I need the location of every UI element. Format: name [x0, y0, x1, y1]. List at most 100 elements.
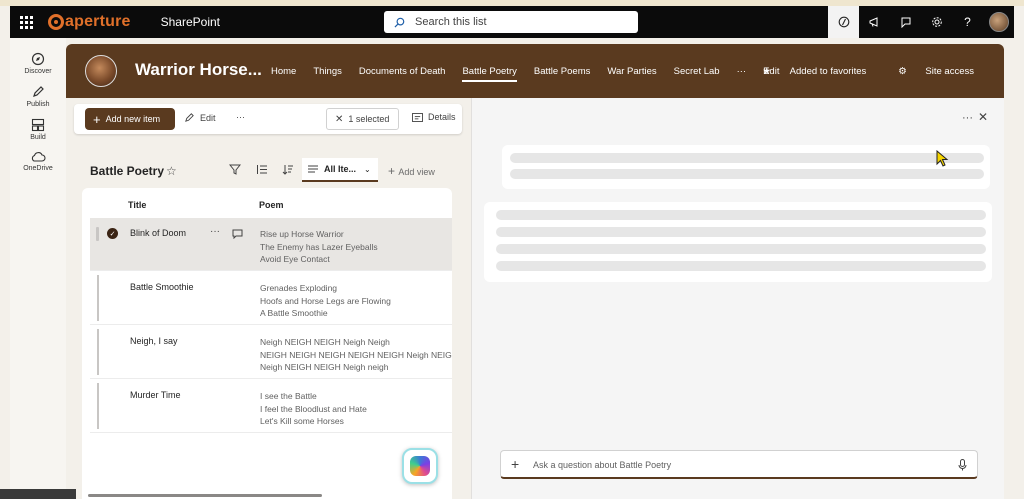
- add-new-item-label: Add new item: [105, 114, 161, 124]
- loading-card: [502, 145, 990, 189]
- rail-item-publish[interactable]: Publish: [10, 85, 66, 108]
- details-button[interactable]: Details: [412, 112, 456, 122]
- brand-logo[interactable]: aperture: [48, 13, 131, 31]
- view-selector[interactable]: All Ite... ⌄: [302, 158, 378, 182]
- feedback-button[interactable]: [890, 6, 921, 38]
- row-drag-handle[interactable]: [97, 383, 99, 429]
- site-title[interactable]: Warrior Horse...: [135, 60, 262, 80]
- nav-battle-poems[interactable]: Battle Poems: [534, 66, 591, 82]
- selection-count-button[interactable]: ✕ 1 selected: [326, 108, 399, 130]
- poem-line: Avoid Eye Contact: [260, 254, 330, 264]
- row-poem: Grenades Exploding Hoofs and Horse Legs …: [260, 282, 391, 320]
- comment-icon[interactable]: [232, 226, 243, 244]
- row-checked-icon[interactable]: ✓: [107, 228, 118, 239]
- group-icon[interactable]: [256, 164, 268, 178]
- chevron-down-icon: ⌄: [364, 164, 371, 174]
- announcement-button[interactable]: [859, 6, 890, 38]
- plus-icon[interactable]: +: [511, 456, 519, 472]
- favorite-button[interactable]: ★ Added to favorites: [747, 66, 867, 77]
- feedback-icon: [901, 17, 910, 28]
- app-rail: Discover Publish Build OneDrive: [10, 38, 66, 499]
- rail-item-build[interactable]: Build: [10, 118, 66, 141]
- rail-item-discover[interactable]: Discover: [10, 52, 66, 75]
- row-title[interactable]: Blink of Doom: [130, 228, 186, 238]
- nav-battle-poetry[interactable]: Battle Poetry: [462, 66, 517, 82]
- app-name[interactable]: SharePoint: [161, 15, 220, 29]
- poem-line: I feel the Bloodlust and Hate: [260, 403, 367, 414]
- close-icon: ✕: [335, 113, 344, 125]
- site-nav: Home Things Documents of Death Battle Po…: [271, 66, 796, 82]
- current-view-label: All Ite...: [324, 164, 357, 174]
- rail-label: Publish: [26, 101, 50, 108]
- rail-item-onedrive[interactable]: OneDrive: [10, 151, 66, 172]
- skeleton-line: [510, 169, 984, 179]
- search-placeholder: Search this list: [415, 16, 487, 28]
- table-row[interactable]: Battle Smoothie Grenades Exploding Hoofs…: [90, 272, 452, 325]
- row-poem: I see the Battle I feel the Bloodlust an…: [260, 390, 367, 428]
- pane-more-button[interactable]: ···: [962, 112, 973, 124]
- plus-icon: +: [388, 164, 399, 178]
- row-title[interactable]: Battle Smoothie: [130, 282, 194, 292]
- app-launcher-button[interactable]: [10, 6, 42, 38]
- column-header-poem[interactable]: Poem: [259, 200, 284, 210]
- search-box[interactable]: Search this list: [384, 11, 638, 33]
- compass-icon: [31, 52, 45, 66]
- copilot-icon: [838, 16, 849, 28]
- row-title[interactable]: Murder Time: [130, 390, 181, 400]
- nav-war-parties[interactable]: War Parties: [607, 66, 656, 82]
- site-header: Warrior Horse... Home Things Documents o…: [66, 44, 1004, 98]
- list-grid: Title Poem ✓ Blink of Doom ··· Rise up H…: [82, 188, 452, 499]
- taskbar-fragment: [0, 489, 76, 499]
- row-drag-handle[interactable]: [97, 329, 99, 375]
- row-drag-handle[interactable]: [97, 275, 99, 321]
- add-view-button[interactable]: + Add view: [388, 164, 435, 178]
- skeleton-line: [496, 227, 986, 237]
- star-filled-icon: ★: [762, 66, 772, 77]
- nav-things[interactable]: Things: [313, 66, 342, 82]
- row-title[interactable]: Neigh, I say: [130, 336, 178, 346]
- row-poem: Neigh NEIGH NEIGH Neigh Neigh NEIGH NEIG…: [260, 336, 452, 374]
- edit-button[interactable]: Edit: [184, 112, 216, 123]
- favorite-list-star-icon[interactable]: ☆: [166, 164, 177, 178]
- table-row[interactable]: ✓ Blink of Doom ··· Rise up Horse Warrio…: [90, 218, 452, 271]
- row-more-icon[interactable]: ···: [210, 226, 220, 237]
- pencil-icon: [185, 113, 194, 122]
- settings-button[interactable]: [921, 6, 952, 38]
- copilot-toggle-button[interactable]: [828, 6, 859, 38]
- suite-bar: aperture SharePoint Search this list ?: [10, 6, 1014, 38]
- poem-line: The Enemy has Lazer Eyeballs: [260, 241, 378, 252]
- brand-name: aperture: [65, 13, 131, 30]
- nav-secret-lab[interactable]: Secret Lab: [674, 66, 720, 82]
- row-drag-handle[interactable]: [96, 227, 99, 241]
- site-access-button[interactable]: ⚙ Site access: [882, 66, 974, 77]
- copilot-button[interactable]: [402, 448, 438, 484]
- help-button[interactable]: ?: [952, 6, 983, 38]
- avatar: [988, 12, 1009, 32]
- poem-line: Hoofs and Horse Legs are Flowing: [260, 295, 391, 306]
- account-button[interactable]: [983, 6, 1014, 38]
- sort-icon[interactable]: [282, 164, 294, 178]
- skeleton-line: [496, 261, 986, 271]
- copilot-ask-input[interactable]: + Ask a question about Battle Poetry: [500, 450, 978, 479]
- poem-line: Neigh NEIGH NEIGH Neigh neigh: [260, 362, 389, 372]
- more-commands-button[interactable]: ···: [236, 112, 245, 122]
- table-row[interactable]: Murder Time I see the Battle I feel the …: [90, 380, 452, 433]
- microphone-icon[interactable]: [958, 458, 967, 476]
- build-icon: [31, 118, 45, 132]
- poem-line: I see the Battle: [260, 391, 317, 401]
- filter-icon[interactable]: [228, 164, 242, 178]
- add-view-label: Add view: [398, 167, 435, 177]
- site-logo[interactable]: [85, 55, 117, 87]
- rail-label: Discover: [24, 68, 52, 75]
- table-row[interactable]: Neigh, I say Neigh NEIGH NEIGH Neigh Nei…: [90, 326, 452, 379]
- poem-line: Grenades Exploding: [260, 283, 338, 293]
- horizontal-scrollbar[interactable]: [88, 494, 322, 497]
- nav-documents-of-death[interactable]: Documents of Death: [359, 66, 446, 82]
- column-header-title[interactable]: Title: [128, 200, 146, 210]
- loading-card: [484, 202, 992, 282]
- add-new-item-button[interactable]: + Add new item: [85, 108, 175, 130]
- rail-label: OneDrive: [23, 165, 53, 172]
- pane-close-icon[interactable]: ✕: [978, 110, 988, 124]
- gear-icon: [931, 17, 942, 27]
- nav-home[interactable]: Home: [271, 66, 296, 82]
